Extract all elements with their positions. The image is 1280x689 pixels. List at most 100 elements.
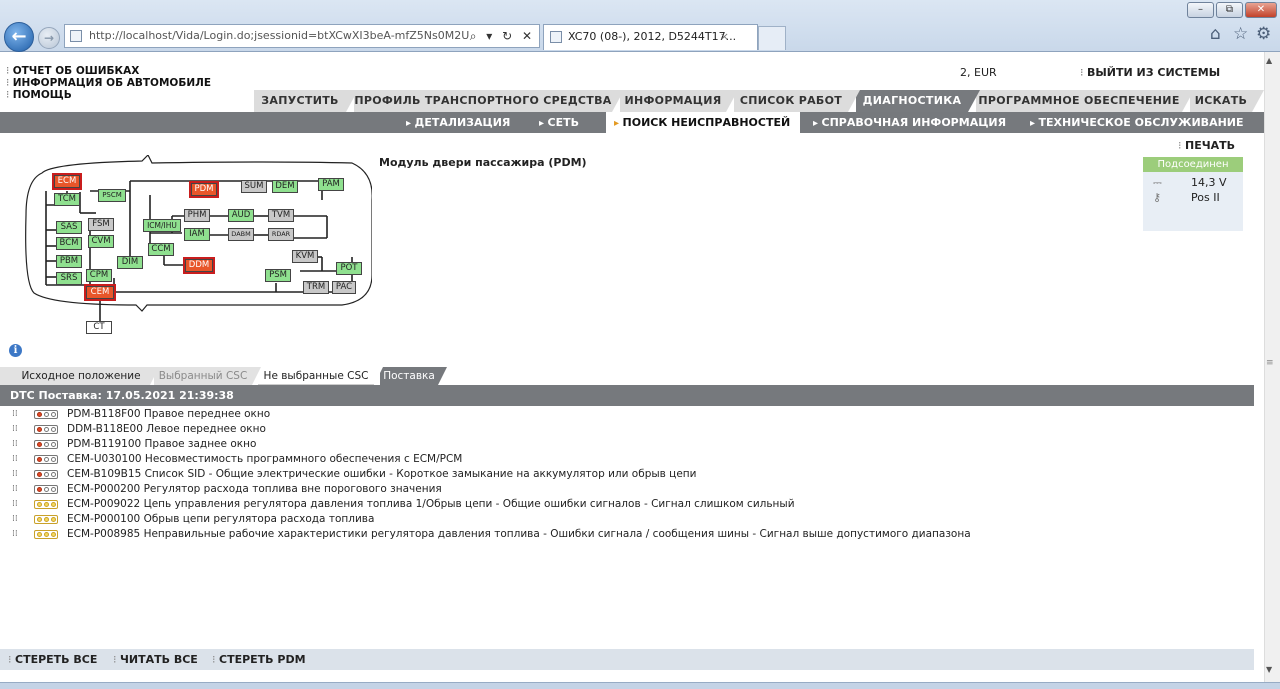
scroll-up-arrow-icon[interactable]: ▲ xyxy=(1266,56,1272,65)
drag-handle-icon[interactable]: ⁞⁞ xyxy=(12,467,18,482)
drag-handle-icon[interactable]: ⁞⁞ xyxy=(12,527,18,542)
node-sum[interactable]: SUM xyxy=(241,180,267,193)
favorites-star-icon[interactable]: ☆ xyxy=(1233,24,1248,44)
node-trm[interactable]: TRM xyxy=(303,281,329,294)
dtc-row[interactable]: ⁞⁞ DDM-B118E00 Левое переднее окно xyxy=(0,422,1254,437)
dtc-status-lamp-icon xyxy=(34,440,58,449)
scroll-down-arrow-icon[interactable]: ▼ xyxy=(1266,665,1272,674)
dtc-row[interactable]: ⁞⁞ ECM-P000100 Обрыв цепи регулятора рас… xyxy=(0,512,1254,527)
browser-tab[interactable]: XC70 (08-), 2012, D5244T17... × xyxy=(543,24,758,50)
node-pdm[interactable]: PDM xyxy=(189,181,219,198)
node-ccm[interactable]: CCM xyxy=(148,243,174,256)
drag-handle-icon[interactable]: ⁞⁞ xyxy=(12,452,18,467)
vehicle-info-link[interactable]: ИНФОРМАЦИЯ ОБ АВТОМОБИЛЕ xyxy=(6,77,211,89)
node-iam[interactable]: IAM xyxy=(184,228,210,241)
dtc-row[interactable]: ⁞⁞ PDM-B118F00 Правое переднее окно xyxy=(0,407,1254,422)
drag-handle-icon[interactable]: ⁞⁞ xyxy=(12,512,18,527)
node-fsm[interactable]: FSM xyxy=(88,218,114,231)
clear-all-button[interactable]: СТЕРЕТЬ ВСЕ xyxy=(8,649,97,670)
tab-diagnostics[interactable]: ДИАГНОСТИКА xyxy=(856,90,980,112)
subnav-maintenance[interactable]: ТЕХНИЧЕСКОЕ ОБСЛУЖИВАНИЕ xyxy=(1030,112,1244,133)
address-bar[interactable]: http://localhost/Vida/Login.do;jsessioni… xyxy=(64,24,540,48)
tools-gear-icon[interactable]: ⚙ xyxy=(1256,24,1271,44)
tab-delivery[interactable]: Поставка xyxy=(380,367,447,385)
tab-software[interactable]: ПРОГРАММНОЕ ОБЕСПЕЧЕНИЕ xyxy=(976,90,1194,112)
address-actions[interactable]: ⌕ ▾ ↻ ✕ xyxy=(470,25,535,47)
node-cvm[interactable]: CVM xyxy=(88,235,114,248)
forward-button[interactable]: → xyxy=(38,27,60,49)
logout-link[interactable]: ВЫЙТИ ИЗ СИСТЕМЫ xyxy=(1080,66,1220,79)
dtc-row[interactable]: ⁞⁞ ECM-P009022 Цепь управления регулятор… xyxy=(0,497,1254,512)
tab-information[interactable]: ИНФОРМАЦИЯ xyxy=(620,90,738,112)
node-kvm[interactable]: KVM xyxy=(292,250,318,263)
key-row: ⚷ Pos II xyxy=(1143,191,1243,206)
dtc-row[interactable]: ⁞⁞ PDM-B119100 Правое заднее окно xyxy=(0,437,1254,452)
node-bcm[interactable]: BCM xyxy=(56,237,82,250)
node-icm-ihu[interactable]: ICM/IHU xyxy=(143,219,181,232)
node-rdar[interactable]: RDAR xyxy=(268,228,294,241)
node-sas[interactable]: SAS xyxy=(56,221,82,234)
new-tab-button[interactable] xyxy=(758,26,786,50)
back-button[interactable]: ← xyxy=(4,22,34,52)
tab-start[interactable]: ЗАПУСТИТЬ xyxy=(254,90,358,112)
node-tvm[interactable]: TVM xyxy=(268,209,294,222)
node-ddm[interactable]: DDM xyxy=(183,257,215,274)
node-ct[interactable]: CT xyxy=(86,321,112,334)
tab-vehicle-profile[interactable]: ПРОФИЛЬ ТРАНСПОРТНОГО СРЕДСТВА xyxy=(354,90,624,112)
node-aud[interactable]: AUD xyxy=(228,209,254,222)
node-pbm[interactable]: PBM xyxy=(56,255,82,268)
address-text[interactable]: http://localhost/Vida/Login.do;jsessioni… xyxy=(89,25,469,47)
node-cem[interactable]: CEM xyxy=(84,284,116,301)
dtc-status-lamp-icon xyxy=(34,485,58,494)
dtc-text: DDM-B118E00 Левое переднее окно xyxy=(67,423,266,435)
dtc-row[interactable]: ⁞⁞ ECM-P008985 Неправильные рабочие хара… xyxy=(0,527,1254,542)
tab-initial-position[interactable]: Исходное положение xyxy=(0,367,159,385)
scroll-grip-icon[interactable]: ≡ xyxy=(1266,358,1274,368)
maximize-button[interactable]: ⧉ xyxy=(1216,2,1243,18)
drag-handle-icon[interactable]: ⁞⁞ xyxy=(12,497,18,512)
dtc-row[interactable]: ⁞⁞ CEM-B109B15 Список SID - Общие электр… xyxy=(0,467,1254,482)
info-icon[interactable]: i xyxy=(9,344,22,357)
minimize-button[interactable]: – xyxy=(1187,2,1214,18)
tab-page-icon xyxy=(550,31,562,43)
dtc-list: ⁞⁞ PDM-B118F00 Правое переднее окно ⁞⁞ D… xyxy=(0,407,1254,542)
tab-search[interactable]: ИСКАТЬ xyxy=(1190,90,1264,112)
dtc-status-lamp-icon xyxy=(34,410,58,419)
node-tcm[interactable]: TCM xyxy=(54,193,80,206)
subnav-details[interactable]: ДЕТАЛИЗАЦИЯ xyxy=(406,112,511,133)
tab-unselected-csc[interactable]: Не выбранные CSC xyxy=(258,367,383,385)
tab-close-icon[interactable]: × xyxy=(720,25,729,49)
close-window-button[interactable]: ✕ xyxy=(1245,2,1277,18)
node-dem[interactable]: DEM xyxy=(272,180,298,193)
node-dabm[interactable]: DABM xyxy=(228,228,254,241)
drag-handle-icon[interactable]: ⁞⁞ xyxy=(12,437,18,452)
drag-handle-icon[interactable]: ⁞⁞ xyxy=(12,422,18,437)
subnav-reference-info[interactable]: СПРАВОЧНАЯ ИНФОРМАЦИЯ xyxy=(813,112,1007,133)
home-icon[interactable]: ⌂ xyxy=(1210,24,1221,44)
error-report-link[interactable]: ОТЧЕТ ОБ ОШИБКАХ xyxy=(6,65,140,77)
tab-work-list[interactable]: СПИСОК РАБОТ xyxy=(734,90,860,112)
node-pot[interactable]: POT xyxy=(336,262,362,275)
subnav-network[interactable]: СЕТЬ xyxy=(539,112,579,133)
dtc-row[interactable]: ⁞⁞ CEM-U030100 Несовместимость программн… xyxy=(0,452,1254,467)
dtc-status-lamp-icon xyxy=(34,500,58,509)
node-srs[interactable]: SRS xyxy=(56,272,82,285)
subnav-fault-tracing[interactable]: ПОИСК НЕИСПРАВНОСТЕЙ xyxy=(606,112,801,133)
tab-selected-csc[interactable]: Выбранный CSC xyxy=(154,367,261,385)
dtc-text: ECM-P009022 Цепь управления регулятора д… xyxy=(67,498,795,510)
clear-pdm-button[interactable]: СТЕРЕТЬ PDM xyxy=(212,649,306,670)
node-phm[interactable]: PHM xyxy=(184,209,210,222)
print-link[interactable]: ПЕЧАТЬ xyxy=(1178,139,1235,152)
node-pscm[interactable]: PSCM xyxy=(98,189,126,202)
read-all-button[interactable]: ЧИТАТЬ ВСЕ xyxy=(113,649,198,670)
key-position-value: Pos II xyxy=(1191,191,1220,204)
node-ecm[interactable]: ECM xyxy=(52,173,82,190)
node-pam[interactable]: PAM xyxy=(318,178,344,191)
dtc-row[interactable]: ⁞⁞ ECM-P000200 Регулятор расхода топлива… xyxy=(0,482,1254,497)
node-pac[interactable]: PAC xyxy=(332,281,356,294)
node-cpm[interactable]: CPM xyxy=(86,269,112,282)
drag-handle-icon[interactable]: ⁞⁞ xyxy=(12,482,18,497)
drag-handle-icon[interactable]: ⁞⁞ xyxy=(12,407,18,422)
node-psm[interactable]: PSM xyxy=(265,269,291,282)
node-dim[interactable]: DIM xyxy=(117,256,143,269)
